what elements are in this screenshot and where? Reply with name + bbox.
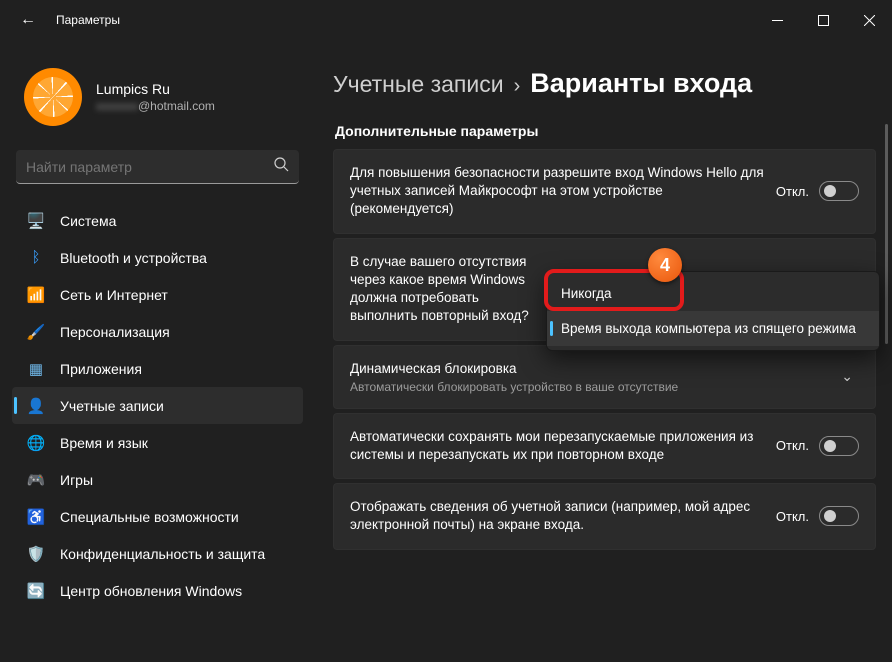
- arrow-left-icon: ←: [20, 11, 36, 29]
- profile-block[interactable]: Lumpics Ru xxxxxxx@hotmail.com: [12, 40, 303, 144]
- chevron-right-icon: ›: [514, 75, 521, 98]
- titlebar: ← Параметры: [0, 0, 892, 40]
- sidebar-item[interactable]: 🖌️ Персонализация: [12, 313, 303, 350]
- back-button[interactable]: ←: [12, 4, 44, 36]
- settings-card: Автоматически сохранять мои перезапускае…: [333, 413, 876, 479]
- toggle-state-label: Откл.: [776, 438, 809, 453]
- sidebar-item-label: Время и язык: [60, 435, 148, 451]
- sidebar-item[interactable]: 🌐 Время и язык: [12, 424, 303, 461]
- nav-icon: ▦: [26, 359, 46, 379]
- dropdown-flyout[interactable]: НикогдаВремя выхода компьютера из спящег…: [546, 271, 880, 351]
- dropdown-option[interactable]: Никогда: [547, 276, 879, 311]
- sidebar-item[interactable]: ♿ Специальные возможности: [12, 498, 303, 535]
- chevron-down-icon[interactable]: ⌄: [835, 368, 859, 385]
- toggle-state-label: Откл.: [776, 509, 809, 524]
- sidebar-item[interactable]: 📶 Сеть и Интернет: [12, 276, 303, 313]
- nav-icon: 🌐: [26, 433, 46, 453]
- scrollbar-thumb[interactable]: [885, 124, 888, 344]
- nav-icon: 🛡️: [26, 544, 46, 564]
- search-input[interactable]: [26, 159, 274, 175]
- sidebar-item-label: Специальные возможности: [60, 509, 239, 525]
- sidebar-item[interactable]: ▦ Приложения: [12, 350, 303, 387]
- search-box[interactable]: [16, 150, 299, 184]
- sidebar-item[interactable]: 🖥️ Система: [12, 202, 303, 239]
- sidebar-item-label: Приложения: [60, 361, 142, 377]
- page-title: Варианты входа: [530, 68, 752, 99]
- toggle-switch[interactable]: [819, 181, 859, 201]
- sidebar-item[interactable]: ᛒ Bluetooth и устройства: [12, 239, 303, 276]
- settings-card: Отображать сведения об учетной записи (н…: [333, 483, 876, 549]
- sidebar-item-label: Bluetooth и устройства: [60, 250, 207, 266]
- nav-icon: 🖌️: [26, 322, 46, 342]
- sidebar-item-label: Центр обновления Windows: [60, 583, 242, 599]
- toggle-switch[interactable]: [819, 506, 859, 526]
- card-title: Для повышения безопасности разрешите вхо…: [350, 164, 764, 219]
- dropdown-option[interactable]: Время выхода компьютера из спящего режим…: [547, 311, 879, 346]
- nav-icon: 📶: [26, 285, 46, 305]
- sidebar-item[interactable]: 🔄 Центр обновления Windows: [12, 572, 303, 609]
- close-button[interactable]: [846, 4, 892, 36]
- nav-icon: ♿: [26, 507, 46, 527]
- profile-name: Lumpics Ru: [96, 81, 215, 97]
- breadcrumb-parent[interactable]: Учетные записи: [333, 71, 504, 98]
- settings-card: Для повышения безопасности разрешите вхо…: [333, 149, 876, 234]
- sidebar-item[interactable]: 🛡️ Конфиденциальность и защита: [12, 535, 303, 572]
- toggle-switch[interactable]: [819, 436, 859, 456]
- section-heading: Дополнительные параметры: [333, 123, 892, 139]
- window-controls: [754, 4, 892, 36]
- search-icon: [274, 157, 289, 176]
- nav-list: 🖥️ Система ᛒ Bluetooth и устройства 📶 Сеть и …: [12, 198, 303, 609]
- nav-icon: 🔄: [26, 581, 46, 601]
- toggle-state-label: Откл.: [776, 184, 809, 199]
- main-content: Учетные записи › Варианты входа Дополнит…: [315, 40, 892, 662]
- sidebar-item-label: Персонализация: [60, 324, 170, 340]
- sidebar-item-label: Конфиденциальность и защита: [60, 546, 265, 562]
- profile-email: xxxxxxx@hotmail.com: [96, 99, 215, 113]
- card-subtitle: Автоматически блокировать устройство в в…: [350, 380, 823, 394]
- card-title: Автоматически сохранять мои перезапускае…: [350, 428, 764, 464]
- avatar: [24, 68, 82, 126]
- nav-icon: 🖥️: [26, 211, 46, 231]
- app-title: Параметры: [56, 13, 120, 27]
- card-title: В случае вашего отсутствия через какое в…: [350, 253, 540, 326]
- sidebar-item-label: Сеть и Интернет: [60, 287, 168, 303]
- orange-icon: [27, 71, 79, 123]
- sidebar-item[interactable]: 🎮 Игры: [12, 461, 303, 498]
- sidebar-item-label: Учетные записи: [60, 398, 164, 414]
- breadcrumb: Учетные записи › Варианты входа: [333, 68, 892, 99]
- minimize-button[interactable]: [754, 4, 800, 36]
- maximize-button[interactable]: [800, 4, 846, 36]
- nav-icon: 👤: [26, 396, 46, 416]
- sidebar-item-label: Система: [60, 213, 116, 229]
- card-title: Отображать сведения об учетной записи (н…: [350, 498, 764, 534]
- settings-card[interactable]: Динамическая блокировка Автоматически бло…: [333, 345, 876, 409]
- sidebar-item-label: Игры: [60, 472, 93, 488]
- nav-icon: ᛒ: [26, 248, 46, 268]
- card-title: Динамическая блокировка: [350, 360, 823, 378]
- nav-icon: 🎮: [26, 470, 46, 490]
- sidebar-item[interactable]: 👤 Учетные записи: [12, 387, 303, 424]
- sidebar: Lumpics Ru xxxxxxx@hotmail.com 🖥️ Система…: [0, 40, 315, 662]
